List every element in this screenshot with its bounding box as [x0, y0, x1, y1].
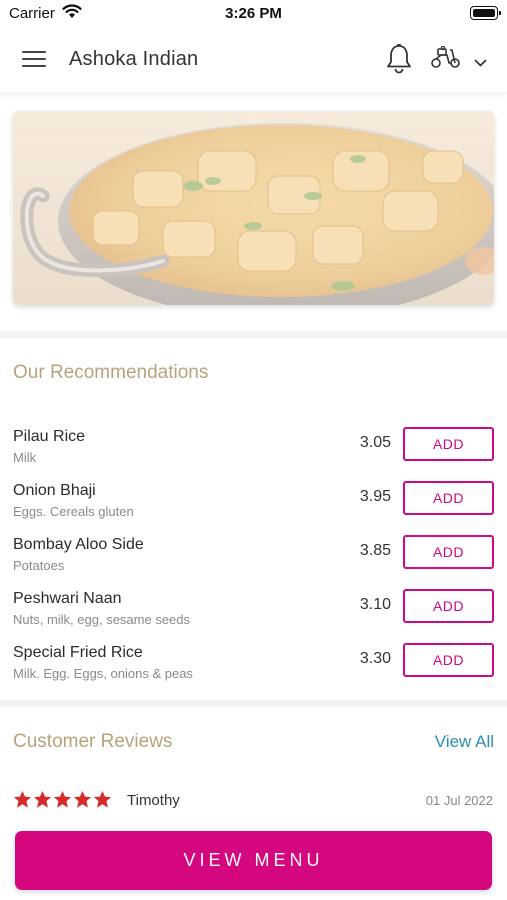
app-header: Ashoka Indian	[0, 26, 507, 92]
reviewer-name: Timothy	[127, 792, 180, 809]
star-icon	[33, 790, 52, 808]
review-item: Timothy 01 Jul 2022	[0, 790, 507, 814]
add-button[interactable]: ADD	[403, 481, 494, 515]
recommendation-item: Bombay Aloo Side Potatoes 3.85 ADD	[0, 535, 507, 590]
star-icon	[93, 790, 112, 808]
item-name: Special Fried Rice	[13, 644, 143, 661]
view-all-link[interactable]: View All	[435, 732, 494, 752]
restaurant-name: Ashoka Indian	[69, 48, 199, 70]
item-price: 3.95	[359, 488, 391, 505]
recommendations-title: Our Recommendations	[13, 362, 209, 383]
recommendation-item: Pilau Rice Milk 3.05 ADD	[0, 427, 507, 482]
star-icon	[73, 790, 92, 808]
battery-icon	[470, 6, 501, 20]
reviews-title: Customer Reviews	[13, 731, 173, 752]
item-description: Milk. Egg. Eggs, onions & peas	[13, 666, 193, 681]
item-description: Milk	[13, 450, 37, 465]
menu-icon[interactable]	[22, 48, 48, 70]
status-bar: Carrier 3:26 PM	[0, 0, 507, 26]
add-button[interactable]: ADD	[403, 427, 494, 461]
item-price: 3.10	[359, 596, 391, 613]
view-menu-button[interactable]: VIEW MENU	[15, 831, 492, 890]
section-divider	[0, 700, 507, 707]
recommendation-item: Special Fried Rice Milk. Egg. Eggs, onio…	[0, 643, 507, 698]
recommendation-item: Peshwari Naan Nuts, milk, egg, sesame se…	[0, 589, 507, 644]
add-button[interactable]: ADD	[403, 535, 494, 569]
review-date: 01 Jul 2022	[425, 793, 493, 808]
star-rating	[13, 790, 112, 809]
star-icon	[53, 790, 72, 808]
add-button[interactable]: ADD	[403, 643, 494, 677]
item-price: 3.05	[359, 434, 391, 451]
item-name: Pilau Rice	[13, 428, 86, 445]
item-price: 3.85	[359, 542, 391, 559]
item-name: Bombay Aloo Side	[13, 536, 144, 553]
recommendation-item: Onion Bhaji Eggs. Cereals gluten 3.95 AD…	[0, 481, 507, 536]
chevron-down-icon[interactable]	[474, 55, 487, 73]
item-price: 3.30	[359, 650, 391, 667]
item-name: Onion Bhaji	[13, 482, 96, 499]
item-name: Peshwari Naan	[13, 590, 122, 607]
add-button[interactable]: ADD	[403, 589, 494, 623]
item-description: Potatoes	[13, 558, 65, 573]
bell-icon[interactable]	[385, 43, 413, 80]
scooter-icon[interactable]	[430, 45, 462, 75]
item-description: Eggs. Cereals gluten	[13, 504, 134, 519]
star-icon	[13, 790, 32, 808]
status-time: 3:26 PM	[225, 5, 282, 22]
hero-food-image	[13, 111, 494, 305]
item-description: Nuts, milk, egg, sesame seeds	[13, 612, 191, 627]
section-divider	[0, 331, 507, 338]
